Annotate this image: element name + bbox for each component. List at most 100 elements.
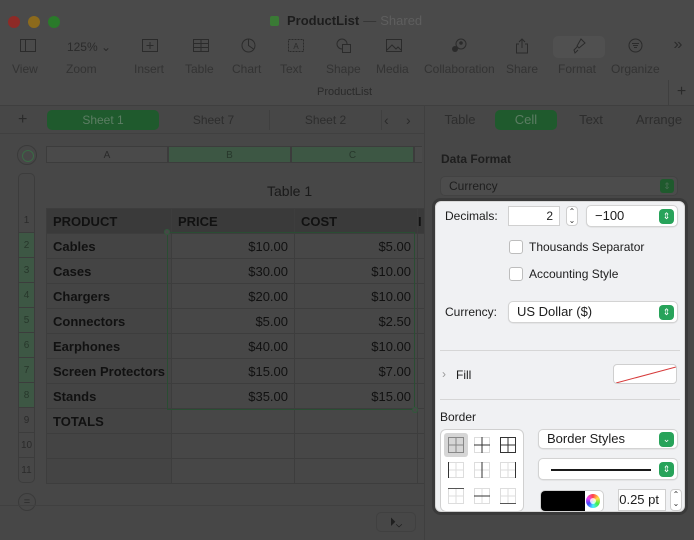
- product-cell[interactable]: [46, 458, 172, 484]
- inner-vertical-border-icon[interactable]: [470, 459, 494, 483]
- thousands-separator-checkbox[interactable]: [509, 240, 523, 254]
- price-cell[interactable]: $15.00: [171, 358, 295, 384]
- row-header[interactable]: 2: [18, 233, 35, 258]
- table-button[interactable]: Table: [185, 38, 217, 76]
- sheet-tab-sheet-7[interactable]: Sheet 7: [158, 110, 270, 130]
- cost-cell[interactable]: $10.00: [294, 283, 418, 309]
- select-table-button[interactable]: [17, 145, 37, 165]
- inner-horizontal-border-icon[interactable]: [470, 484, 494, 508]
- add-tab-button[interactable]: +: [668, 80, 694, 106]
- border-styles-select[interactable]: Border Styles ⌄: [538, 429, 678, 449]
- cost-cell[interactable]: $10.00: [294, 258, 418, 284]
- data-format-select[interactable]: Currency ⇕: [440, 176, 678, 196]
- disclosure-chevron-icon[interactable]: ›: [442, 367, 446, 381]
- tab-table[interactable]: Table: [435, 110, 485, 130]
- cost-cell[interactable]: [294, 433, 418, 459]
- column-header-b[interactable]: B: [168, 146, 291, 163]
- negative-format-select[interactable]: −100 ⇕: [586, 205, 678, 227]
- format-button[interactable]: Format: [558, 38, 600, 76]
- header-cell-price[interactable]: PRICE: [171, 208, 295, 234]
- product-cell[interactable]: TOTALS: [46, 408, 172, 434]
- price-cell[interactable]: [171, 408, 295, 434]
- row-header[interactable]: 9: [18, 408, 35, 433]
- product-cell[interactable]: [46, 433, 172, 459]
- media-button[interactable]: Media: [376, 38, 412, 76]
- cost-cell[interactable]: $7.00: [294, 358, 418, 384]
- cost-cell[interactable]: $5.00: [294, 233, 418, 259]
- row-header[interactable]: 7: [18, 358, 35, 383]
- row-header[interactable]: 6: [18, 333, 35, 358]
- product-cell[interactable]: Cables: [46, 233, 172, 259]
- tab-cell[interactable]: Cell: [495, 110, 557, 130]
- view-button[interactable]: View: [12, 38, 44, 76]
- column-header-c[interactable]: C: [291, 146, 414, 163]
- column-header-a[interactable]: A: [46, 146, 168, 163]
- product-cell[interactable]: Earphones: [46, 333, 172, 359]
- row-header[interactable]: 5: [18, 308, 35, 333]
- close-window-button[interactable]: [8, 16, 20, 28]
- add-sheet-button[interactable]: +: [18, 111, 27, 129]
- row-header[interactable]: 8: [18, 383, 35, 408]
- insert-button[interactable]: Insert: [134, 38, 166, 76]
- sheet-scroll-left-button[interactable]: ‹: [384, 112, 389, 128]
- product-cell[interactable]: Stands: [46, 383, 172, 409]
- toolbar-overflow-button[interactable]: »: [668, 36, 688, 60]
- shape-button[interactable]: Shape: [326, 38, 362, 76]
- header-cell-product[interactable]: PRODUCT: [46, 208, 172, 234]
- all-borders-icon[interactable]: [444, 433, 468, 457]
- row-header[interactable]: 4: [18, 283, 35, 308]
- accounting-style-checkbox[interactable]: [509, 267, 523, 281]
- price-cell[interactable]: $40.00: [171, 333, 295, 359]
- row-header[interactable]: 10: [18, 433, 35, 458]
- price-cell[interactable]: $30.00: [171, 258, 295, 284]
- cost-cell[interactable]: $10.00: [294, 333, 418, 359]
- left-border-icon[interactable]: [444, 459, 468, 483]
- share-button[interactable]: Share: [506, 38, 538, 76]
- fill-label[interactable]: Fill: [456, 368, 471, 382]
- table-title[interactable]: Table 1: [267, 183, 312, 199]
- minimize-window-button[interactable]: [28, 16, 40, 28]
- price-cell[interactable]: [171, 433, 295, 459]
- currency-select[interactable]: US Dollar ($) ⇕: [508, 301, 678, 323]
- fill-color-well[interactable]: [613, 364, 677, 384]
- price-cell[interactable]: [171, 458, 295, 484]
- border-width-input[interactable]: 0.25 pt: [618, 489, 666, 511]
- zoom-control[interactable]: 125% ⌄ Zoom: [66, 38, 112, 76]
- product-cell[interactable]: Chargers: [46, 283, 172, 309]
- tab-text[interactable]: Text: [565, 110, 617, 130]
- chart-button[interactable]: Chart: [232, 38, 264, 76]
- sheet-tab-sheet-2[interactable]: Sheet 2: [270, 110, 382, 130]
- product-cell[interactable]: Connectors: [46, 308, 172, 334]
- cost-cell[interactable]: $2.50: [294, 308, 418, 334]
- border-color-well[interactable]: [540, 490, 604, 512]
- border-width-stepper[interactable]: ⌃ ⌄: [670, 489, 682, 511]
- cost-cell[interactable]: [294, 408, 418, 434]
- zoom-window-button[interactable]: [48, 16, 60, 28]
- product-cell[interactable]: Screen Protectors: [46, 358, 172, 384]
- selection-handle-bottom-right[interactable]: [412, 407, 418, 413]
- right-border-icon[interactable]: [496, 459, 520, 483]
- border-line-style-select[interactable]: ⇕: [538, 458, 678, 480]
- row-header[interactable]: 1: [18, 208, 35, 233]
- top-border-icon[interactable]: [444, 484, 468, 508]
- price-cell[interactable]: $20.00: [171, 283, 295, 309]
- sheet-tab-sheet-1[interactable]: Sheet 1: [47, 110, 159, 130]
- column-header-d[interactable]: [414, 146, 422, 163]
- row-header[interactable]: 11: [18, 458, 35, 483]
- color-wheel-icon[interactable]: [586, 494, 600, 508]
- collaboration-button[interactable]: Collaboration: [424, 38, 496, 76]
- selection-handle-top-left[interactable]: [164, 229, 170, 235]
- text-button[interactable]: A Text: [280, 38, 312, 76]
- bottom-border-icon[interactable]: [496, 484, 520, 508]
- organize-button[interactable]: Organize: [611, 38, 660, 76]
- sheet-scroll-right-button[interactable]: ›: [406, 112, 411, 128]
- price-cell[interactable]: $5.00: [171, 308, 295, 334]
- header-cell-cost[interactable]: COST: [294, 208, 418, 234]
- decimals-stepper[interactable]: ⌃ ⌄: [566, 206, 578, 226]
- cost-cell[interactable]: [294, 458, 418, 484]
- zoom-select[interactable]: 125% ⌄: [66, 38, 112, 56]
- price-cell[interactable]: $35.00: [171, 383, 295, 409]
- cost-cell[interactable]: $15.00: [294, 383, 418, 409]
- play-menu-button[interactable]: ⏵⌄: [376, 512, 416, 532]
- tab-arrange[interactable]: Arrange: [629, 110, 689, 130]
